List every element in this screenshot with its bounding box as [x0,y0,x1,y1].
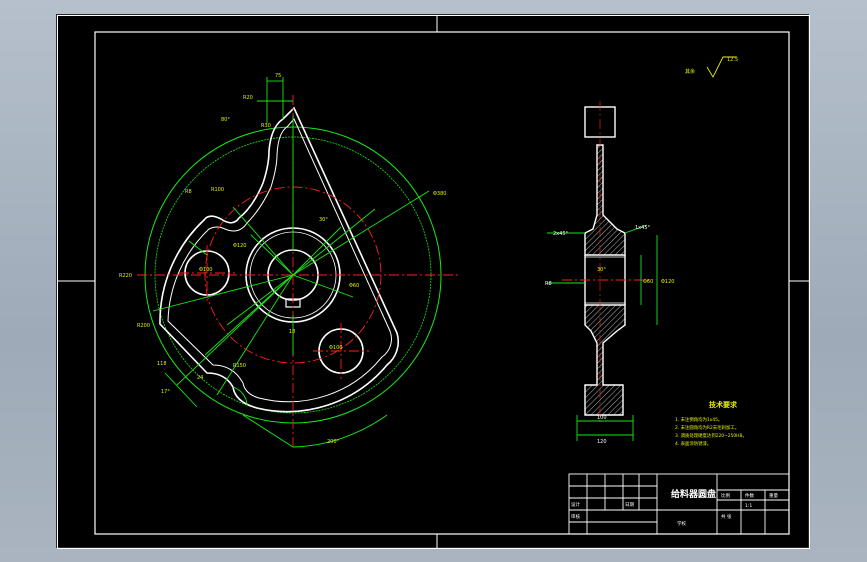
tb-scale-value: 1:1 [745,503,752,509]
dim-section-r8: R8 [545,281,552,287]
drawing-title: 给料器圆盘 [671,488,716,500]
dim-r30: R30 [261,123,271,129]
inner-border [94,31,790,535]
tb-school: 学校 [677,520,686,527]
dim-hole-left: Φ100 [199,267,212,273]
dim-outer: Φ380 [433,191,446,197]
tech-item-3: 3. 调质处理硬度达到220~250HB。 [675,432,747,439]
dim-angle-80: 80° [221,117,230,123]
tech-item-2: 2. 未注圆角均为R2去毛刺加工。 [675,424,739,431]
dim-section-bore: Φ60 [643,279,653,285]
tech-item-4: 4. 表面涂防锈漆。 [675,440,711,447]
tech-item-1: 1. 未注倒角均为1x45。 [675,416,722,423]
tech-heading: 技术要求 [709,400,738,409]
dim-r100: R100 [211,187,224,193]
roughness-symbol: 其余 12.5 [685,56,738,78]
dim-top-width: 75 [275,73,281,79]
tb-scale-label: 比例 [721,492,730,499]
tb-checker: 审核 [571,513,580,520]
dim-chamfer-side: 1x45° [635,225,651,231]
dim-r8: R8 [185,189,192,195]
dim-hub: Φ120 [233,243,246,249]
title-block-text: 给料器圆盘 比例 件数 重量 1:1 共 张 设计 审核 日期 学校 [571,488,778,527]
dim-keyway: 18 [289,329,295,335]
dimension-lines [152,77,430,448]
dim-r150: R150 [233,363,246,369]
dim-h118: 118 [157,361,167,367]
tb-qty-label: 件数 [745,492,754,499]
dim-hub-inner: 100 [597,415,607,421]
dim-section-hub: Φ120 [661,279,674,285]
dim-len-24: 24 [197,375,203,381]
dim-bore: Φ60 [349,283,359,289]
tb-weight-label: 重量 [769,492,778,499]
dim-hole-bottom: Φ100 [329,345,342,351]
tb-date: 日期 [625,502,634,508]
dim-angle-17: 17° [161,389,170,395]
cad-drawing-viewport[interactable]: 75 R20 R30 80° R100 R8 R220 R200 118 17°… [56,14,810,549]
roughness-note: 其余 [685,68,695,75]
dim-r220: R220 [119,273,132,279]
dim-chamfer-top: 2x45° [553,231,569,237]
dim-angle-30: 30° [319,217,328,223]
dim-r200: R200 [137,323,150,329]
roughness-value: 12.5 [727,57,738,63]
dim-angle-200: 200° [327,439,340,445]
dim-r20: R20 [243,95,253,101]
front-view-labels: 75 R20 R30 80° R100 R8 R220 R200 118 17°… [119,73,446,445]
dim-hub-length: 120 [597,439,607,445]
outer-frame [57,15,810,549]
front-view [137,77,459,448]
tech-requirements: 技术要求 1. 未注倒角均为1x45。 2. 未注圆角均为R2去毛刺加工。 3.… [675,400,747,447]
tb-designer: 设计 [571,501,580,508]
centering-marks [57,15,810,549]
dim-section-angle: 30° [597,267,606,273]
tb-sheet-label: 共 张 [721,513,732,520]
drawing-sheet: 75 R20 R30 80° R100 R8 R220 R200 118 17°… [57,15,810,549]
